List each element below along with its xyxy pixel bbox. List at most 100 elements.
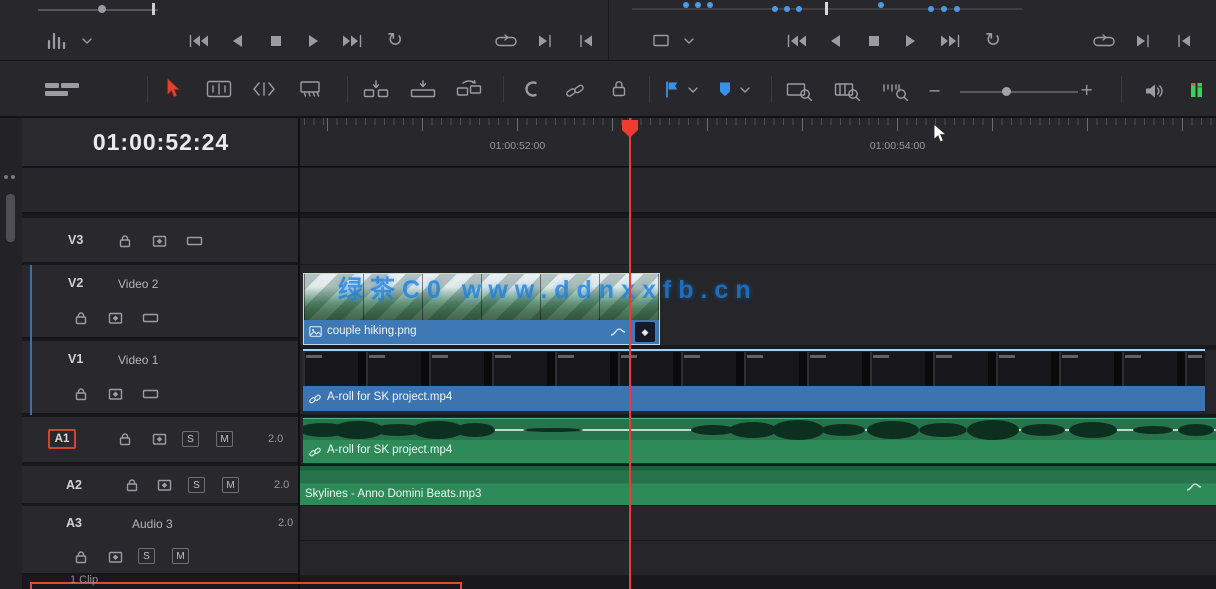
dynamic-trim-mode-button[interactable] bbox=[252, 80, 276, 98]
playhead-line[interactable] bbox=[629, 118, 631, 589]
solo-button[interactable]: S bbox=[182, 431, 199, 447]
next-clip-button[interactable] bbox=[1135, 34, 1151, 48]
keyframe-button[interactable]: ◆ bbox=[635, 322, 655, 342]
zoom-in-button[interactable]: + bbox=[1080, 82, 1093, 98]
enable-track-icon[interactable] bbox=[142, 313, 159, 323]
enable-track-icon[interactable] bbox=[186, 236, 203, 246]
marker-dot[interactable] bbox=[878, 2, 884, 8]
marker-dot[interactable] bbox=[683, 2, 689, 8]
lock-track-icon[interactable] bbox=[125, 478, 139, 492]
loop-icon[interactable]: ↻ bbox=[387, 31, 403, 50]
selection-mode-button[interactable] bbox=[166, 78, 181, 99]
marker-dot[interactable] bbox=[707, 2, 713, 8]
track-id[interactable]: V2 bbox=[68, 276, 83, 290]
auto-select-icon[interactable] bbox=[152, 433, 167, 445]
overwrite-clip-button[interactable] bbox=[410, 80, 436, 98]
marker-button[interactable] bbox=[718, 81, 732, 98]
trim-edit-mode-button[interactable] bbox=[206, 80, 232, 98]
position-lock-button[interactable] bbox=[611, 79, 627, 98]
track-header-a3[interactable]: A3 Audio 3 2.0 S M bbox=[22, 506, 300, 575]
zoom-slider[interactable] bbox=[960, 91, 1078, 93]
overlay-menu-button[interactable] bbox=[652, 34, 670, 47]
marker-dot[interactable] bbox=[796, 6, 802, 12]
linked-selection-button[interactable] bbox=[565, 82, 585, 98]
marker-dot[interactable] bbox=[772, 6, 778, 12]
auto-select-icon[interactable] bbox=[108, 312, 123, 324]
play-button[interactable] bbox=[904, 34, 916, 48]
zoom-out-button[interactable]: − bbox=[928, 83, 941, 99]
right-jog-handle[interactable] bbox=[825, 2, 828, 15]
track-id[interactable]: V1 bbox=[68, 352, 83, 366]
chevron-down-icon[interactable] bbox=[740, 87, 750, 93]
clip-a-roll-video[interactable]: A-roll for SK project.mp4 bbox=[303, 352, 1205, 411]
auto-select-icon[interactable] bbox=[108, 388, 123, 400]
razor-edit-mode-button[interactable] bbox=[299, 80, 321, 98]
track-header-a2[interactable]: A2 S M 2.0 bbox=[22, 466, 300, 505]
lock-track-icon[interactable] bbox=[74, 387, 88, 401]
marker-dot[interactable] bbox=[928, 6, 934, 12]
left-jog-handle[interactable] bbox=[98, 5, 106, 13]
track-id[interactable]: A2 bbox=[66, 478, 82, 492]
loop-toggle-button[interactable] bbox=[1092, 34, 1116, 48]
solo-button[interactable]: S bbox=[188, 477, 205, 493]
track-header-v3[interactable]: V3 bbox=[22, 218, 300, 264]
stop-button[interactable] bbox=[270, 35, 282, 47]
marker-dot[interactable] bbox=[954, 6, 960, 12]
go-to-first-frame-button[interactable] bbox=[786, 34, 808, 48]
chevron-down-icon[interactable] bbox=[684, 38, 694, 44]
track-name[interactable]: Video 2 bbox=[118, 277, 158, 291]
marker-dot[interactable] bbox=[941, 6, 947, 12]
enable-track-icon[interactable] bbox=[142, 389, 159, 399]
track-id[interactable]: A3 bbox=[66, 516, 82, 530]
timeline-view-options-button[interactable] bbox=[44, 80, 80, 100]
go-to-last-frame-button[interactable] bbox=[939, 34, 961, 48]
playhead-marker[interactable] bbox=[621, 119, 639, 139]
previous-clip-button[interactable] bbox=[1176, 34, 1192, 48]
zoom-slider-handle[interactable] bbox=[1002, 87, 1011, 96]
track-destination-badge[interactable]: A1 bbox=[48, 429, 76, 449]
auto-select-icon[interactable] bbox=[108, 551, 123, 563]
vertical-scrollbar[interactable] bbox=[6, 194, 15, 242]
track-id[interactable]: V3 bbox=[68, 233, 83, 247]
full-extent-zoom-button[interactable] bbox=[786, 81, 813, 101]
timeline-ruler[interactable] bbox=[300, 118, 1216, 167]
next-clip-button[interactable] bbox=[537, 34, 553, 48]
stop-button[interactable] bbox=[868, 35, 880, 47]
loop-toggle-button[interactable] bbox=[494, 34, 518, 48]
track-header-v2[interactable]: V2 Video 2 bbox=[22, 265, 300, 339]
clip-a-roll-audio[interactable]: A-roll for SK project.mp4 bbox=[303, 418, 1216, 463]
lane-v3[interactable] bbox=[300, 218, 1216, 264]
solo-button[interactable]: S bbox=[138, 548, 155, 564]
marker-dot[interactable] bbox=[784, 6, 790, 12]
clip-skylines-music[interactable]: Skylines - Anno Domini Beats.mp3 bbox=[300, 466, 1216, 505]
audio-monitor-button[interactable] bbox=[1144, 83, 1164, 99]
insert-clip-button[interactable] bbox=[363, 80, 389, 98]
chevron-down-icon[interactable] bbox=[82, 38, 92, 44]
chevron-down-icon[interactable] bbox=[688, 87, 698, 93]
flag-button[interactable] bbox=[664, 80, 680, 99]
previous-clip-button[interactable] bbox=[578, 34, 594, 48]
custom-zoom-button[interactable] bbox=[882, 81, 909, 101]
lock-track-icon[interactable] bbox=[118, 234, 132, 248]
track-name[interactable]: Video 1 bbox=[118, 353, 158, 367]
mute-button[interactable]: M bbox=[216, 431, 233, 447]
auto-select-icon[interactable] bbox=[157, 479, 172, 491]
lock-track-icon[interactable] bbox=[74, 550, 88, 564]
play-reverse-button[interactable] bbox=[830, 34, 842, 48]
track-header-a1[interactable]: A1 S M 2.0 bbox=[22, 417, 300, 464]
audio-meter-menu-button[interactable] bbox=[46, 31, 70, 49]
play-button[interactable] bbox=[307, 34, 319, 48]
auto-select-icon[interactable] bbox=[152, 235, 167, 247]
play-reverse-button[interactable] bbox=[232, 34, 244, 48]
lane-a3[interactable] bbox=[300, 506, 1216, 540]
mute-button[interactable]: M bbox=[222, 477, 239, 493]
lock-track-icon[interactable] bbox=[74, 311, 88, 325]
replace-clip-button[interactable] bbox=[456, 80, 482, 98]
go-to-first-frame-button[interactable] bbox=[188, 34, 210, 48]
audio-meters-icon[interactable] bbox=[1190, 81, 1203, 99]
lock-track-icon[interactable] bbox=[118, 432, 132, 446]
mute-button[interactable]: M bbox=[172, 548, 189, 564]
go-to-last-frame-button[interactable] bbox=[341, 34, 363, 48]
lane-a3-extra[interactable] bbox=[300, 541, 1216, 575]
marker-dot[interactable] bbox=[695, 2, 701, 8]
